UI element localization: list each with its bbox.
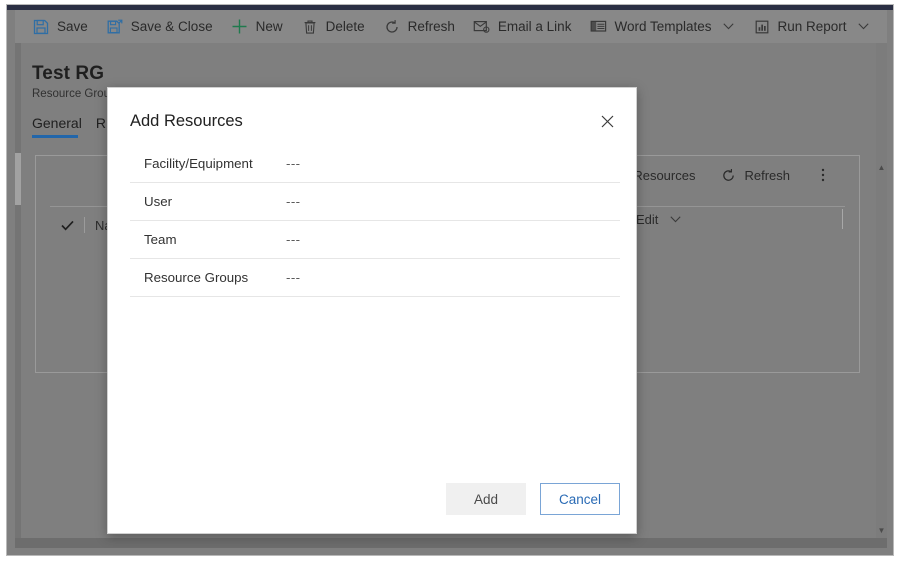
left-scroll-rail[interactable]: [15, 43, 21, 548]
subgrid-refresh-label: Refresh: [744, 167, 790, 183]
word-templates-button[interactable]: Word Templates: [580, 10, 743, 43]
save-and-close-button-label: Save & Close: [130, 18, 213, 34]
word-templates-button-label: Word Templates: [614, 18, 712, 34]
overflow-menu-icon: [814, 166, 832, 184]
save-and-close-icon: [106, 18, 124, 36]
page-bottom-bar: [15, 538, 887, 548]
chevron-down-icon: [723, 21, 735, 33]
field-value-user[interactable]: ---: [286, 194, 300, 209]
page-title: Test RG: [32, 63, 105, 84]
tab-general[interactable]: General: [32, 115, 96, 138]
field-row-user[interactable]: User ---: [130, 183, 620, 221]
column-header-edit-label: Edit: [636, 212, 659, 227]
page-subtitle: Resource Group: [32, 88, 116, 100]
email-a-link-button[interactable]: Email a Link: [464, 10, 581, 43]
save-and-close-button[interactable]: Save & Close: [97, 10, 222, 43]
scroll-down-arrow[interactable]: ▼: [876, 524, 887, 536]
dialog-footer: Add Cancel: [446, 483, 620, 515]
add-resources-dialog: Add Resources Facility/Equipment --- Use…: [107, 87, 637, 534]
run-report-icon: [753, 18, 771, 36]
run-report-button[interactable]: Run Report: [744, 10, 879, 43]
chevron-down-icon: [858, 21, 870, 33]
trash-icon: [301, 18, 319, 36]
chevron-down-icon: [669, 214, 681, 226]
application-window: Save Save & Close New Delete Refresh Ema…: [6, 4, 894, 556]
left-scroll-thumb[interactable]: [15, 153, 21, 205]
refresh-button-label: Refresh: [407, 18, 455, 34]
record-page: Test RG Resource Group General R Add Res…: [15, 43, 887, 548]
scroll-up-arrow[interactable]: ▲: [876, 161, 887, 173]
delete-button[interactable]: Delete: [292, 10, 374, 43]
dialog-form: Facility/Equipment --- User --- Team ---…: [130, 145, 620, 297]
field-value-resource-groups[interactable]: ---: [286, 270, 300, 285]
subgrid-overflow-button[interactable]: [802, 166, 851, 184]
field-label-team: Team: [144, 232, 177, 247]
field-value-facility-equipment[interactable]: ---: [286, 156, 300, 171]
save-icon: [32, 18, 50, 36]
plus-icon: [231, 18, 249, 36]
cancel-button[interactable]: Cancel: [540, 483, 620, 515]
field-value-team[interactable]: ---: [286, 232, 300, 247]
column-header-edit[interactable]: Edit: [636, 212, 681, 227]
field-row-resource-groups[interactable]: Resource Groups ---: [130, 259, 620, 297]
dialog-title: Add Resources: [130, 112, 243, 130]
field-label-facility-equipment: Facility/Equipment: [144, 156, 253, 171]
delete-button-label: Delete: [325, 18, 365, 34]
run-report-button-label: Run Report: [777, 18, 847, 34]
field-row-facility-equipment[interactable]: Facility/Equipment ---: [130, 145, 620, 183]
command-bar: Save Save & Close New Delete Refresh Ema…: [15, 10, 887, 43]
refresh-icon: [383, 18, 401, 36]
page-scrollbar[interactable]: ▲ ▼: [876, 43, 887, 548]
new-button[interactable]: New: [222, 10, 292, 43]
save-button-label: Save: [57, 18, 88, 34]
refresh-button[interactable]: Refresh: [374, 10, 464, 43]
checkmark-icon[interactable]: [50, 220, 84, 231]
refresh-icon: [719, 166, 737, 184]
new-button-label: New: [255, 18, 283, 34]
field-row-team[interactable]: Team ---: [130, 221, 620, 259]
word-template-icon: [589, 18, 607, 36]
email-link-icon: [473, 18, 491, 36]
add-button[interactable]: Add: [446, 483, 526, 515]
field-label-user: User: [144, 194, 173, 209]
header-column-divider: [842, 209, 843, 229]
subgrid-refresh-button[interactable]: Refresh: [707, 166, 802, 184]
close-icon[interactable]: [592, 106, 622, 136]
save-button[interactable]: Save: [23, 10, 97, 43]
email-a-link-button-label: Email a Link: [497, 18, 572, 34]
field-label-resource-groups: Resource Groups: [144, 270, 249, 285]
